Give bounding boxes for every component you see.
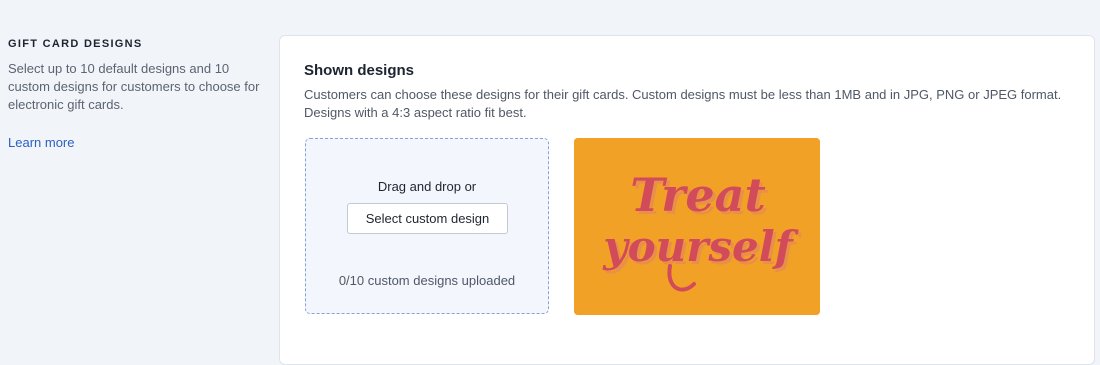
card-description: Customers can choose these designs for t… — [304, 87, 1062, 120]
dropzone-prompt: Drag and drop or — [377, 179, 477, 194]
card-title: Shown designs — [304, 62, 415, 79]
design-line-1: Treat — [630, 168, 765, 222]
section-description: Select up to 10 default designs and 10 c… — [8, 61, 260, 112]
section-heading: GIFT CARD DESIGNS — [8, 38, 143, 50]
design-thumbnail-treat-yourself[interactable]: Treat yourself Treat yourself — [574, 138, 820, 315]
learn-more-link[interactable]: Learn more — [8, 135, 74, 150]
shown-designs-card: Shown designs Customers can choose these… — [279, 35, 1095, 365]
section-sidebar: GIFT CARD DESIGNS Select up to 10 defaul… — [8, 38, 264, 152]
select-custom-design-button[interactable]: Select custom design — [347, 203, 508, 234]
custom-designs-count: 0/10 custom designs uploaded — [338, 273, 516, 288]
design-line-2: yourself — [602, 222, 799, 271]
custom-design-dropzone[interactable]: Drag and drop or Select custom design 0/… — [305, 138, 549, 314]
treat-yourself-artwork: Treat yourself Treat yourself — [574, 138, 820, 315]
